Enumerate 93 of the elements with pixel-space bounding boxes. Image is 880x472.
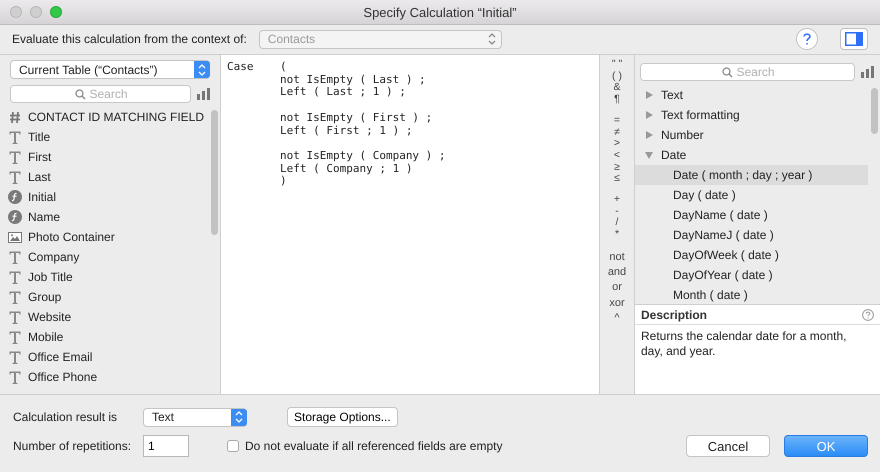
bar-chart-icon[interactable] bbox=[861, 66, 874, 78]
function-search-field[interactable]: Search bbox=[640, 63, 855, 81]
operator-button[interactable]: > bbox=[614, 138, 620, 150]
search-icon bbox=[74, 89, 86, 100]
scrollbar-thumb[interactable] bbox=[210, 110, 218, 235]
calculation-field-icon bbox=[8, 210, 22, 224]
field-item[interactable]: Website bbox=[0, 307, 208, 327]
operator-button[interactable]: = bbox=[614, 114, 620, 127]
sidebar-toggle-button[interactable] bbox=[840, 28, 868, 50]
close-button[interactable] bbox=[10, 6, 22, 18]
table-dropdown[interactable]: Current Table (“Contacts”) bbox=[10, 60, 210, 79]
operator-button[interactable]: ^ bbox=[614, 311, 620, 326]
function-item[interactable]: DayName ( date ) bbox=[635, 205, 868, 225]
zoom-button[interactable] bbox=[50, 6, 62, 18]
operator-button[interactable]: not bbox=[609, 250, 625, 266]
field-item[interactable]: Office Email bbox=[0, 347, 208, 367]
function-item[interactable]: DayOfWeek ( date ) bbox=[635, 245, 868, 265]
text-field-icon bbox=[8, 370, 22, 384]
field-item[interactable]: Company bbox=[0, 247, 208, 267]
function-item[interactable]: Date ( month ; day ; year ) bbox=[635, 165, 868, 185]
operator-button[interactable]: xor bbox=[609, 296, 625, 312]
operator-button[interactable]: ≤ bbox=[614, 173, 620, 186]
search-icon bbox=[722, 67, 732, 78]
operator-button[interactable]: & bbox=[613, 82, 620, 94]
bar-chart-icon[interactable] bbox=[197, 88, 210, 100]
operator-button[interactable]: - bbox=[615, 206, 619, 218]
operator-button[interactable]: * bbox=[614, 229, 620, 241]
text-field-icon bbox=[8, 150, 22, 164]
field-item[interactable]: Group bbox=[0, 287, 208, 307]
operator-button[interactable]: and bbox=[608, 265, 626, 280]
window-title: Specify Calculation “Initial” bbox=[363, 4, 517, 20]
repetitions-label: Number of repetitions: bbox=[13, 439, 132, 453]
text-field-icon bbox=[8, 350, 22, 364]
description-heading: Description bbox=[641, 308, 708, 322]
minimize-button[interactable] bbox=[30, 6, 42, 18]
text-field-icon bbox=[8, 170, 22, 184]
expanded-triangle-icon[interactable] bbox=[645, 151, 653, 159]
field-item[interactable]: Mobile bbox=[0, 327, 208, 347]
operator-button[interactable]: + bbox=[614, 194, 620, 206]
help-icon[interactable] bbox=[862, 308, 874, 320]
help-icon bbox=[802, 32, 812, 46]
collapsed-triangle-icon[interactable] bbox=[645, 91, 653, 99]
collapsed-triangle-icon[interactable] bbox=[645, 131, 653, 139]
context-label: Evaluate this calculation from the context of: bbox=[12, 32, 247, 46]
cancel-button[interactable]: Cancel bbox=[686, 435, 770, 457]
text-field-icon bbox=[8, 270, 22, 284]
field-item[interactable]: Photo Container bbox=[0, 227, 208, 247]
operator-button[interactable]: < bbox=[614, 150, 620, 162]
result-type-dropdown[interactable]: Text bbox=[143, 408, 247, 426]
operator-button[interactable]: ≠ bbox=[614, 126, 620, 138]
text-field-icon bbox=[8, 130, 22, 144]
field-item[interactable]: CONTACT ID MATCHING FIELD bbox=[0, 107, 208, 127]
chevron-icon bbox=[197, 62, 207, 76]
number-field-icon bbox=[8, 110, 22, 124]
operator-button[interactable]: ≥ bbox=[614, 162, 620, 174]
scrollbar-thumb[interactable] bbox=[870, 88, 878, 134]
text-field-icon bbox=[8, 310, 22, 324]
help-button[interactable] bbox=[796, 28, 818, 50]
function-item[interactable]: DayOfYear ( date ) bbox=[635, 265, 868, 285]
field-search-field[interactable]: Search bbox=[10, 85, 191, 103]
category-item[interactable]: Text bbox=[635, 85, 868, 105]
chevron-icon bbox=[486, 32, 497, 46]
calculation-field-icon bbox=[8, 190, 22, 204]
category-item[interactable]: Date bbox=[635, 145, 868, 165]
field-item[interactable]: Initial bbox=[0, 187, 208, 207]
category-item[interactable]: Text formatting bbox=[635, 105, 868, 125]
field-item[interactable]: Last bbox=[0, 167, 208, 187]
field-item[interactable]: Title bbox=[0, 127, 208, 147]
operator-button[interactable]: / bbox=[616, 217, 618, 230]
checkbox[interactable] bbox=[227, 440, 239, 452]
repetitions-field[interactable]: 1 bbox=[143, 435, 189, 457]
function-item[interactable]: Month ( date ) bbox=[635, 285, 868, 304]
field-item[interactable]: First bbox=[0, 147, 208, 167]
description-text: Returns the calendar date for a month, day, and year. bbox=[640, 328, 848, 360]
chevron-icon bbox=[234, 410, 244, 424]
operator-button[interactable]: " " bbox=[612, 59, 622, 71]
field-item[interactable]: Name bbox=[0, 207, 208, 227]
category-item[interactable]: Number bbox=[635, 125, 868, 145]
function-item[interactable]: Day ( date ) bbox=[635, 185, 868, 205]
text-field-icon bbox=[8, 330, 22, 344]
field-item[interactable]: Office Phone bbox=[0, 367, 208, 387]
operator-button[interactable]: or bbox=[612, 280, 622, 296]
storage-options-button[interactable]: Storage Options... bbox=[287, 407, 398, 427]
image-field-icon bbox=[8, 230, 22, 244]
operator-button[interactable]: ( ) bbox=[612, 70, 622, 82]
collapsed-triangle-icon[interactable] bbox=[645, 111, 653, 119]
checkbox-label: Do not evaluate if all referenced fields are empty bbox=[245, 439, 502, 453]
text-field-icon bbox=[8, 290, 22, 304]
field-item[interactable]: Job Title bbox=[0, 267, 208, 287]
result-type-label: Calculation result is bbox=[13, 410, 118, 424]
function-item[interactable]: DayNameJ ( date ) bbox=[635, 225, 868, 245]
text-field-icon bbox=[8, 250, 22, 264]
operator-button[interactable]: ¶ bbox=[614, 94, 620, 106]
